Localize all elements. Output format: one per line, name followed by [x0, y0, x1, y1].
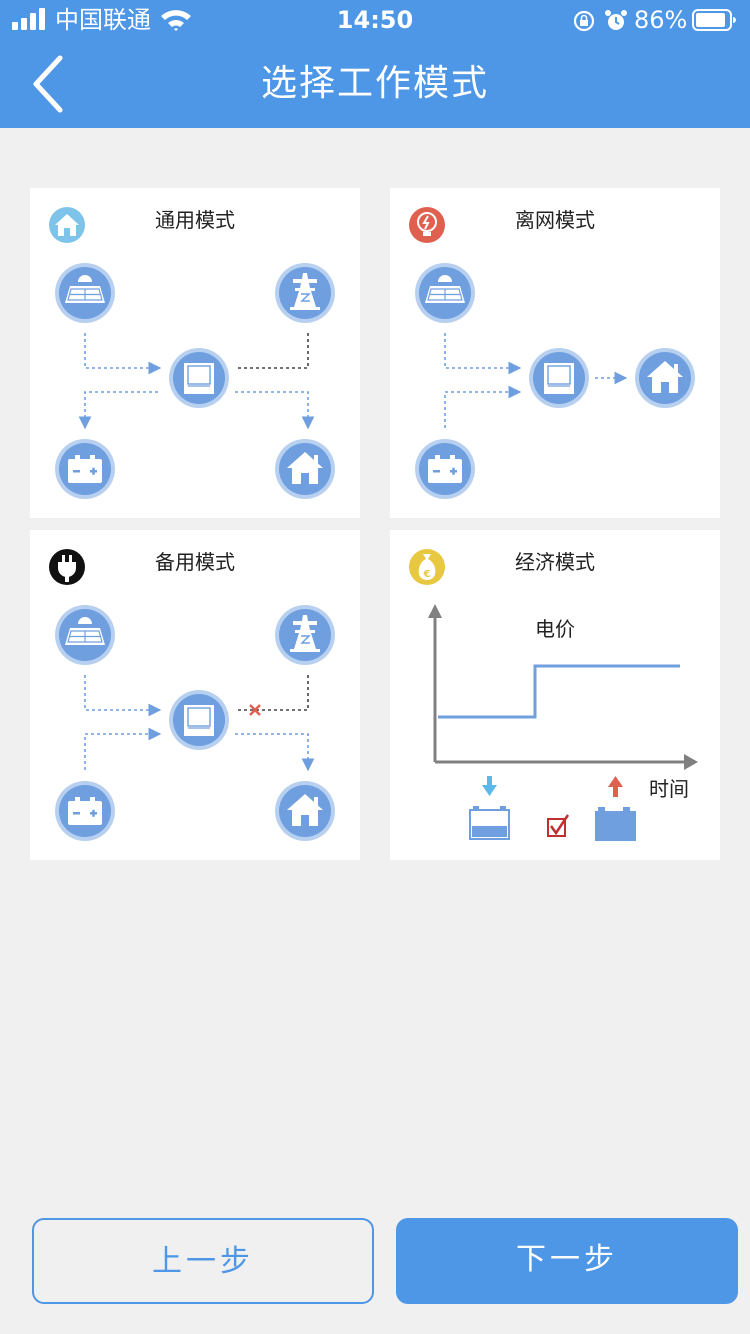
charge-arrow-icon [482, 776, 497, 796]
battery-icon [55, 781, 115, 841]
time-label: 时间 [649, 777, 689, 801]
battery-full-icon [595, 807, 636, 841]
previous-step-button[interactable]: 上一步 [32, 1218, 374, 1304]
battery-status-icon [692, 9, 736, 31]
price-chart [428, 604, 698, 841]
mode-diagram [54, 604, 336, 841]
nav-bar: 选择工作模式 [0, 40, 750, 128]
inverter-icon [168, 347, 230, 409]
mode-card-general[interactable]: 通用模式 [30, 188, 360, 518]
price-step-line [438, 664, 680, 719]
rotation-lock-icon [573, 10, 595, 32]
inverter-icon [528, 347, 590, 409]
house-load-icon [635, 348, 695, 408]
house-load-icon [275, 781, 335, 841]
battery-charging-icon [469, 806, 510, 840]
mode-card-offgrid[interactable]: 离网模式 [390, 188, 720, 518]
price-label: 电价 [535, 617, 575, 641]
mode-diagram [414, 262, 695, 499]
battery-icon [415, 439, 475, 499]
solar-panel-icon [54, 262, 116, 324]
battery-icon [55, 439, 115, 499]
page-title: 选择工作模式 [260, 63, 489, 104]
house-load-icon [275, 439, 335, 499]
mode-diagram [54, 262, 336, 499]
mode-card-backup[interactable]: 备用模式 [30, 530, 360, 860]
grid-tower-icon [274, 604, 336, 666]
next-step-button[interactable]: 下一步 [396, 1218, 738, 1304]
mode-card-economy[interactable]: € 经济模式 电价 时间 [390, 530, 720, 860]
solar-panel-icon [414, 262, 476, 324]
alarm-icon [605, 10, 627, 30]
discharge-arrow-icon [608, 776, 623, 797]
solar-panel-icon [54, 604, 116, 666]
battery-percent: 86% [634, 6, 688, 34]
status-bar: 中国联通 14:50 86% [0, 0, 750, 40]
inverter-icon [168, 689, 230, 751]
grid-tower-icon [274, 262, 336, 324]
checkbox-checked-icon [547, 814, 570, 837]
